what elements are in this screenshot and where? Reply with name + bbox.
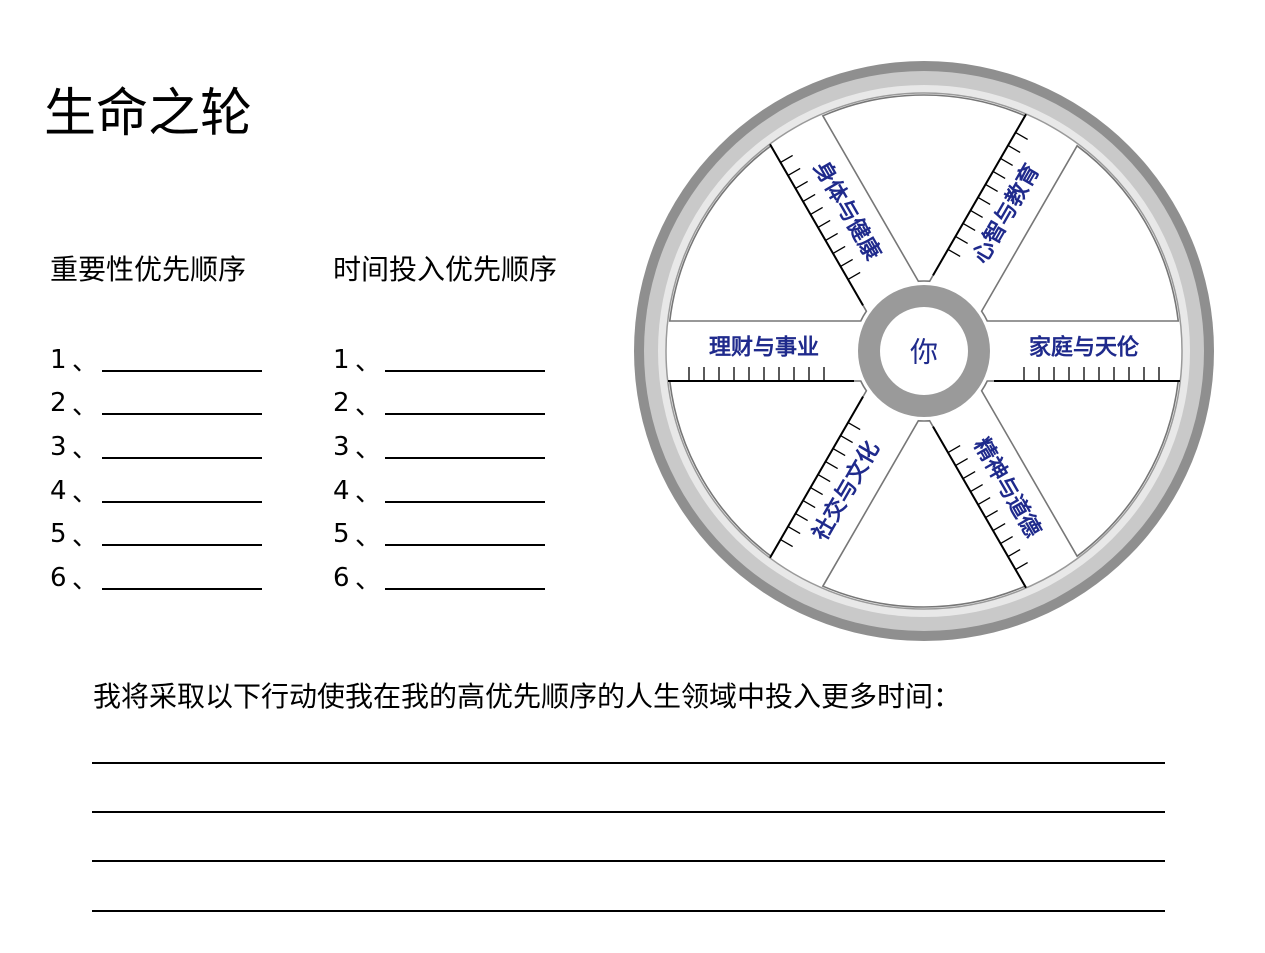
action-answer-line[interactable] [92,910,1165,912]
item-number: 2 [333,388,350,419]
blank-line[interactable] [102,479,262,503]
item-separator: 、 [355,478,382,509]
list-item: 3、 [50,425,262,469]
item-number: 6 [333,562,350,593]
item-separator: 、 [72,434,99,465]
importance-priority-heading: 重要性优先顺序 [50,253,247,286]
blank-line[interactable] [102,435,262,459]
list-item: 5、 [333,512,545,556]
action-answer-line[interactable] [92,762,1165,764]
time-investment-priority-list: 1、 2、 3、 4、 5、 6、 [333,338,545,600]
list-item: 3、 [333,425,545,469]
blank-line[interactable] [385,522,545,547]
list-item: 4、 [333,469,545,513]
item-separator: 、 [72,347,99,378]
blank-line[interactable] [385,479,545,503]
item-number: 5 [333,519,350,550]
blank-line[interactable] [102,391,262,416]
list-item: 4、 [50,469,262,513]
importance-priority-list: 1、 2、 3、 4、 5、 6、 [50,338,262,600]
page-title: 生命之轮 [44,84,253,144]
item-separator: 、 [72,521,99,552]
item-number: 1 [50,344,67,375]
list-item: 2、 [50,382,262,426]
item-number: 3 [333,431,350,462]
blank-line[interactable] [102,348,262,372]
item-number: 4 [333,475,350,506]
list-item: 2、 [333,382,545,426]
item-separator: 、 [72,478,99,509]
wheel-of-life-diagram: 身体与健康 心智与教育家庭与天伦精神与道德社交与文化理财与事业 你 [634,61,1214,641]
blank-line[interactable] [385,566,545,590]
item-number: 1 [333,344,350,375]
blank-line[interactable] [385,435,545,459]
item-number: 2 [50,388,67,419]
item-separator: 、 [355,434,382,465]
item-number: 5 [50,519,67,550]
time-investment-priority-heading: 时间投入优先顺序 [333,253,558,286]
item-number: 4 [50,475,67,506]
blank-line[interactable] [385,391,545,416]
item-separator: 、 [72,390,99,421]
list-item: 1、 [333,338,545,382]
item-separator: 、 [355,390,382,421]
list-item: 6、 [333,556,545,600]
list-item: 1、 [50,338,262,382]
action-answer-line[interactable] [92,860,1165,862]
blank-line[interactable] [385,348,545,372]
item-number: 6 [50,562,67,593]
category-label: 家庭与天伦 [1029,335,1140,361]
action-answer-line[interactable] [92,811,1165,813]
item-separator: 、 [355,565,382,596]
list-item: 5、 [50,512,262,556]
list-item: 6、 [50,556,262,600]
category-label: 理财与事业 [709,335,819,361]
item-number: 3 [50,431,67,462]
item-separator: 、 [355,521,382,552]
action-prompt: 我将采取以下行动使我在我的高优先顺序的人生领域中投入更多时间： [93,680,962,713]
item-separator: 、 [355,347,382,378]
item-separator: 、 [72,565,99,596]
blank-line[interactable] [102,566,262,590]
hub-label: 你 [910,336,938,369]
blank-line[interactable] [102,522,262,547]
